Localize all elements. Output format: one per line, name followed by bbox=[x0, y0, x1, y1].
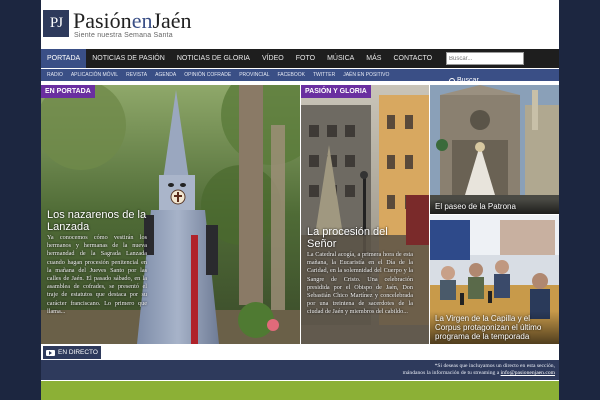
main-nav: Portada Noticias de Pasión Noticias de G… bbox=[41, 49, 559, 68]
article-excerpt: La Catedral acogía, a primera hora de es… bbox=[307, 251, 413, 316]
subnav-item-radio[interactable]: Radio bbox=[43, 69, 67, 81]
featured-tile-main[interactable]: En Portada Los nazarenos de la Lanzada Y… bbox=[41, 85, 300, 344]
notice-line-2-prefix: mándanos la información de tu streaming … bbox=[402, 370, 501, 376]
notice-line-2: mándanos la información de tu streaming … bbox=[403, 370, 555, 377]
site-title-part2: en bbox=[131, 8, 153, 33]
nav-item-video[interactable]: Vídeo bbox=[256, 49, 290, 68]
site-tagline: Siente nuestra Semana Santa bbox=[74, 32, 173, 39]
live-section: En directo bbox=[41, 345, 559, 359]
subnav-item-agenda[interactable]: Agenda bbox=[151, 69, 180, 81]
featured-tile-second[interactable]: Pasión y Gloria La procesión del Señor L… bbox=[301, 85, 429, 344]
section-tag[interactable]: Pasión y Gloria bbox=[301, 85, 371, 98]
subnav-item-app[interactable]: Aplicación Móvil bbox=[67, 69, 122, 81]
nav-item-musica[interactable]: Música bbox=[321, 49, 360, 68]
notice-text: *Si deseas que incluyamos un directo en … bbox=[403, 363, 555, 377]
logo-mark[interactable]: PJ bbox=[43, 10, 69, 37]
site-title-part1: Pasión bbox=[73, 8, 132, 33]
subnav-item-opinion[interactable]: Opinión Cofrade bbox=[180, 69, 235, 81]
streaming-notice: *Si deseas que incluyamos un directo en … bbox=[41, 360, 559, 380]
article-title[interactable]: La Virgen de la Capilla y el Corpus prot… bbox=[430, 311, 559, 344]
contact-email-link[interactable]: info@pasionenjaen.com bbox=[501, 370, 555, 376]
page: PJ PasiónenJaén Siente nuestra Semana Sa… bbox=[41, 0, 559, 400]
article-excerpt: Ya conocemos cómo vestirán los hermanos … bbox=[47, 234, 147, 315]
nav-item-contacto[interactable]: Contacto bbox=[387, 49, 438, 68]
featured-tile-fourth[interactable]: La Virgen de la Capilla y el Corpus prot… bbox=[430, 215, 559, 344]
search-icon bbox=[449, 77, 455, 84]
nav-item-foto[interactable]: Foto bbox=[290, 49, 321, 68]
patrona-photo bbox=[430, 85, 559, 214]
subnav-item-jaen-positivo[interactable]: Jaén en Positivo bbox=[339, 69, 393, 81]
live-tab[interactable]: En directo bbox=[43, 346, 101, 359]
sub-nav: Radio Aplicación Móvil Revista Agenda Op… bbox=[41, 69, 559, 81]
subnav-item-twitter[interactable]: Twitter bbox=[309, 69, 339, 81]
section-tag[interactable]: En Portada bbox=[41, 85, 95, 98]
nav-item-mas[interactable]: Más bbox=[360, 49, 387, 68]
search-input[interactable] bbox=[446, 52, 524, 65]
article-title[interactable]: El paseo de la Patrona bbox=[430, 199, 559, 214]
nav-item-noticias-gloria[interactable]: Noticias de Gloria bbox=[171, 49, 256, 68]
subnav-item-provincial[interactable]: Provincial bbox=[235, 69, 273, 81]
footer-band bbox=[41, 381, 559, 400]
featured-tile-third[interactable]: El paseo de la Patrona bbox=[430, 85, 559, 214]
nav-item-portada[interactable]: Portada bbox=[41, 49, 87, 68]
live-tab-label: En directo bbox=[58, 349, 98, 356]
search-button[interactable]: Buscar bbox=[449, 77, 479, 84]
subnav-item-facebook[interactable]: Facebook bbox=[273, 69, 309, 81]
search-button-label: Buscar bbox=[457, 77, 479, 84]
site-header: PJ PasiónenJaén Siente nuestra Semana Sa… bbox=[41, 0, 559, 48]
play-icon bbox=[46, 349, 55, 356]
article-title[interactable]: La procesión del Señor bbox=[307, 226, 417, 250]
nav-item-noticias-pasion[interactable]: Noticias de Pasión bbox=[86, 49, 171, 68]
notice-line-1: *Si deseas que incluyamos un directo en … bbox=[434, 363, 555, 369]
site-title[interactable]: PasiónenJaén bbox=[73, 10, 192, 32]
article-title[interactable]: Los nazarenos de la Lanzada bbox=[47, 209, 147, 233]
site-title-part3: Jaén bbox=[152, 8, 192, 33]
subnav-item-revista[interactable]: Revista bbox=[122, 69, 151, 81]
